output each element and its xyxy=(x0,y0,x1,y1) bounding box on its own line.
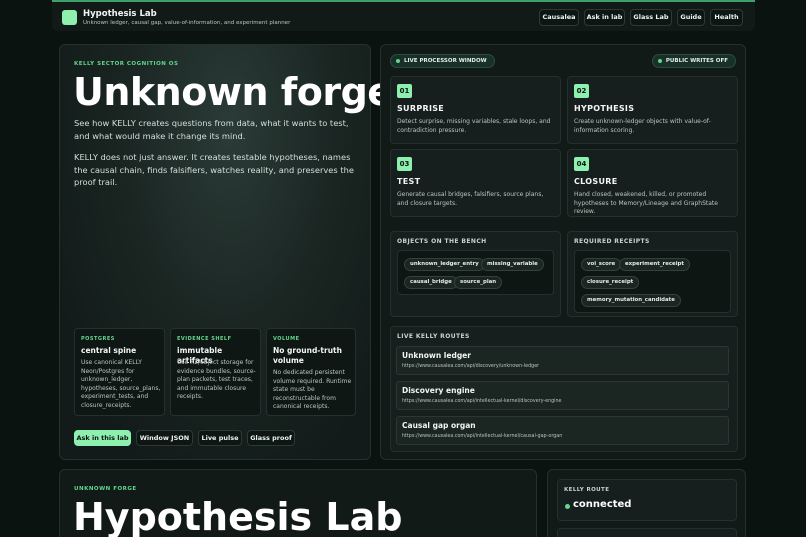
live-processor-badge: LIVE PROCESSOR WINDOW xyxy=(390,54,495,68)
step-title: SURPRISE xyxy=(397,104,445,113)
lower-hero-panel: UNKNOWN FORGE Hypothesis Lab xyxy=(59,469,537,537)
live-processor-label: LIVE PROCESSOR WINDOW xyxy=(404,58,487,64)
volume-card: VOLUME No ground-truth volume No dedicat… xyxy=(266,328,356,416)
window-json-button[interactable]: Window JSON xyxy=(136,430,193,446)
kelly-route-status: connected xyxy=(573,499,632,510)
route-url[interactable]: https://www.causalea.com/api/discovery/u… xyxy=(402,364,539,369)
volume-card-text: No dedicated persistent volume required.… xyxy=(273,369,352,411)
nav-health-button[interactable]: Health xyxy=(710,9,743,26)
bench-chip: missing_variable xyxy=(481,258,544,271)
bench-chip-area: unknown_ledger_entry missing_variable ca… xyxy=(397,250,554,295)
receipt-chip: closure_receipt xyxy=(581,276,640,289)
hero-description: See how KELLY creates questions from dat… xyxy=(74,118,349,141)
brand-logo-icon xyxy=(62,10,77,25)
receipts-label: REQUIRED RECEIPTS xyxy=(574,238,650,245)
public-writes-label: PUBLIC WRITES OFF xyxy=(665,58,728,64)
processor-panel: LIVE PROCESSOR WINDOW PUBLIC WRITES OFF … xyxy=(380,44,746,460)
live-status-dot-icon xyxy=(396,59,400,63)
secondary-status-box xyxy=(557,528,737,537)
receipt-chip: experiment_receipt xyxy=(619,258,690,271)
step-title: HYPOTHESIS xyxy=(574,104,635,113)
app-title: Hypothesis Lab xyxy=(83,9,157,19)
step-text: Hand closed, weakened, killed, or promot… xyxy=(574,191,718,216)
step-card-hypothesis: 02 HYPOTHESIS Create unknown-ledger obje… xyxy=(567,76,738,144)
volume-card-label: VOLUME xyxy=(273,336,300,342)
route-name: Causal gap organ xyxy=(402,421,476,430)
app-subtitle: Unknown ledger, causal gap, value-of-inf… xyxy=(83,20,291,26)
hero-panel: KELLY SECTOR COGNITION OS Unknown forge … xyxy=(59,44,393,460)
evidence-shelf-card-text: Use R2/object storage for evidence bundl… xyxy=(177,359,256,401)
bench-chip: unknown_ledger_entry xyxy=(404,258,485,271)
kelly-route-box: KELLY ROUTE connected xyxy=(557,479,737,521)
step-text: Generate causal bridges, falsifiers, sou… xyxy=(397,191,544,207)
step-text: Detect surprise, missing variables, stal… xyxy=(397,118,551,134)
nav-guide-button[interactable]: Guide xyxy=(677,9,705,26)
step-title: TEST xyxy=(397,177,421,186)
lower-eyebrow: UNKNOWN FORGE xyxy=(74,486,137,492)
postgres-card-title: central spine xyxy=(81,346,137,355)
postgres-card: POSTGRES central spine Use canonical KEL… xyxy=(74,328,165,416)
bench-chip: source_plan xyxy=(454,276,503,289)
lower-title: Hypothesis Lab xyxy=(73,495,403,537)
kelly-route-label: KELLY ROUTE xyxy=(564,487,610,493)
routes-box: LIVE KELLY ROUTES Unknown ledger https:/… xyxy=(390,326,738,452)
route-url[interactable]: https://www.causalea.com/api/intellectua… xyxy=(402,399,561,404)
bench-chip: causal_bridge xyxy=(404,276,458,289)
evidence-shelf-card-label: EVIDENCE SHELF xyxy=(177,336,232,342)
route-discovery-engine[interactable]: Discovery engine https://www.causalea.co… xyxy=(396,381,729,410)
glass-proof-button[interactable]: Glass proof xyxy=(247,430,295,446)
bench-label: OBJECTS ON THE BENCH xyxy=(397,238,487,245)
evidence-shelf-card: EVIDENCE SHELF immutable artifacts Use R… xyxy=(170,328,261,416)
hero-title: Unknown forge xyxy=(73,70,393,114)
route-causal-gap-organ[interactable]: Causal gap organ https://www.causalea.co… xyxy=(396,416,729,445)
bench-box: OBJECTS ON THE BENCH unknown_ledger_entr… xyxy=(390,231,561,317)
receipts-box: REQUIRED RECEIPTS voi_score experiment_r… xyxy=(567,231,738,317)
route-name: Discovery engine xyxy=(402,386,475,395)
step-text: Create unknown-ledger objects with value… xyxy=(574,118,711,134)
route-name: Unknown ledger xyxy=(402,351,471,360)
step-title: CLOSURE xyxy=(574,177,618,186)
live-pulse-button[interactable]: Live pulse xyxy=(198,430,242,446)
route-url[interactable]: https://www.causalea.com/api/intellectua… xyxy=(402,434,562,439)
ask-in-this-lab-button[interactable]: Ask in this lab xyxy=(74,430,131,446)
route-unknown-ledger[interactable]: Unknown ledger https://www.causalea.com/… xyxy=(396,346,729,375)
step-card-closure: 04 CLOSURE Hand closed, weakened, killed… xyxy=(567,149,738,217)
postgres-card-text: Use canonical KELLY Neon/Postgres for un… xyxy=(81,359,161,409)
public-writes-badge: PUBLIC WRITES OFF xyxy=(651,54,736,68)
receipts-chip-area: voi_score experiment_receipt closure_rec… xyxy=(574,250,731,313)
route-status-panel: KELLY ROUTE connected xyxy=(547,469,746,537)
volume-card-title: No ground-truth volume xyxy=(273,346,342,365)
step-number: 04 xyxy=(574,157,589,171)
receipt-chip: voi_score xyxy=(581,258,622,271)
step-card-test: 03 TEST Generate causal bridges, falsifi… xyxy=(390,149,561,217)
hero-eyebrow: KELLY SECTOR COGNITION OS xyxy=(74,61,179,67)
top-bar: Hypothesis Lab Unknown ledger, causal ga… xyxy=(52,0,755,31)
step-number: 02 xyxy=(574,84,589,98)
connected-dot-icon xyxy=(565,504,570,509)
receipt-chip: memory_mutation_candidate xyxy=(581,294,681,307)
step-number: 01 xyxy=(397,84,412,98)
postgres-card-label: POSTGRES xyxy=(81,336,115,342)
step-card-surprise: 01 SURPRISE Detect surprise, missing var… xyxy=(390,76,561,144)
nav-ask-in-lab-button[interactable]: Ask in lab xyxy=(584,9,625,26)
step-number: 03 xyxy=(397,157,412,171)
routes-label: LIVE KELLY ROUTES xyxy=(397,333,470,340)
nav-glass-lab-button[interactable]: Glass Lab xyxy=(630,9,672,26)
writes-status-dot-icon xyxy=(657,59,662,63)
hero-description-secondary: KELLY does not just answer. It creates t… xyxy=(74,152,354,187)
nav-causalea-button[interactable]: Causalea xyxy=(539,9,579,26)
